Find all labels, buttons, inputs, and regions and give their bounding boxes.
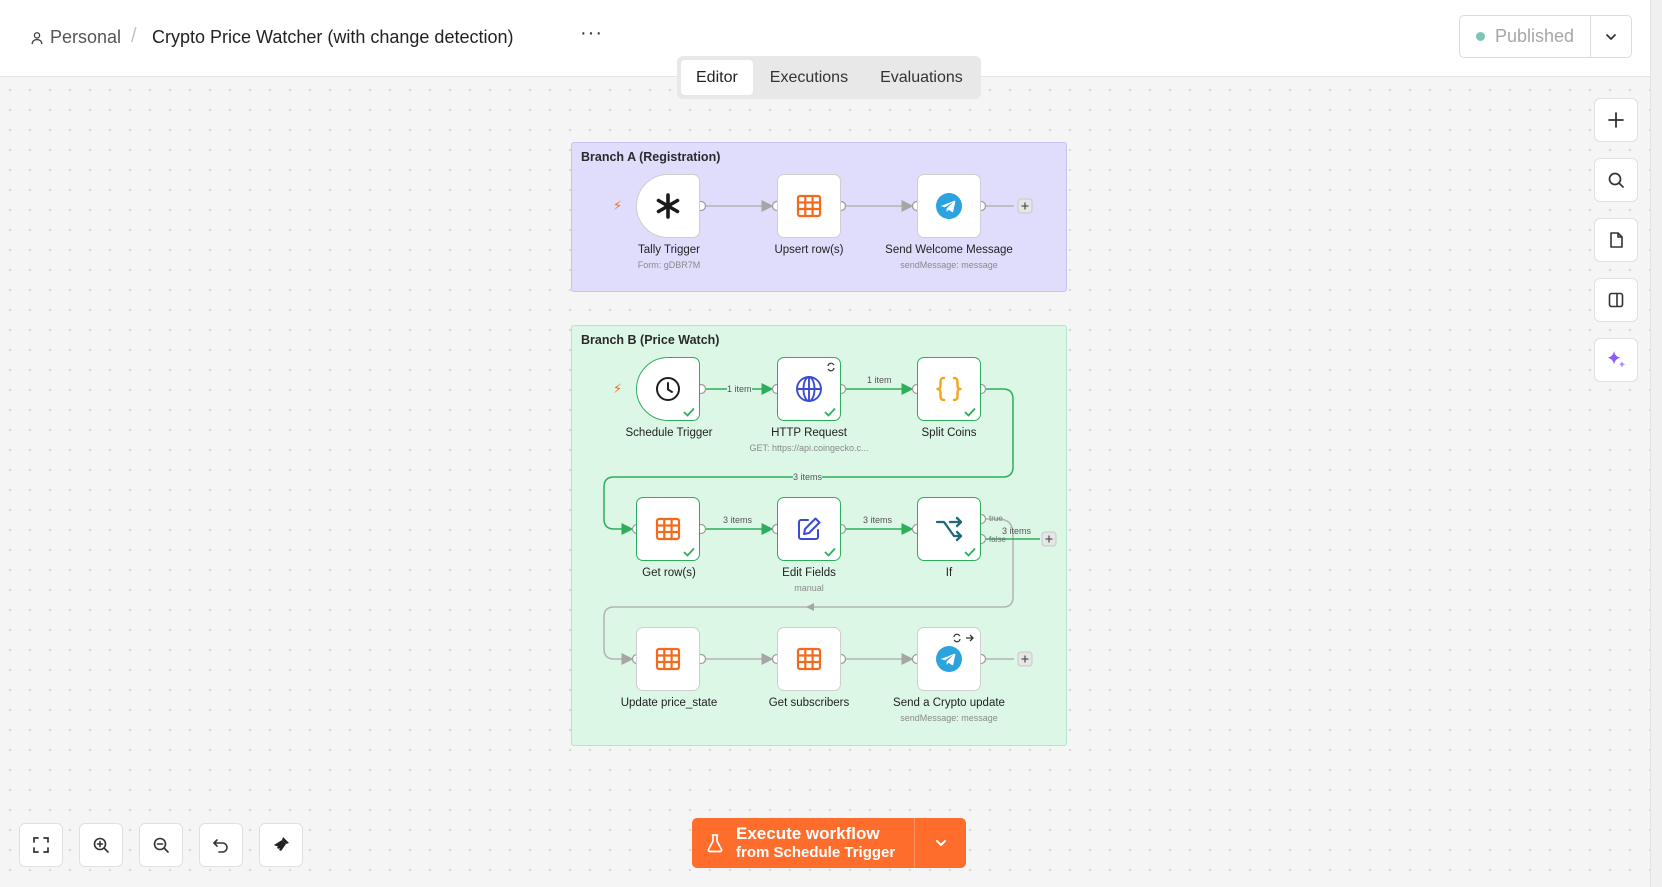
node-upsert-rows[interactable] xyxy=(777,174,841,238)
add-node-handle[interactable] xyxy=(1017,651,1033,667)
node-send-welcome-message[interactable] xyxy=(917,174,981,238)
port-label-true: true xyxy=(989,514,1003,523)
port-label-false: false xyxy=(989,535,1006,544)
edge-label-schedule-http: 1 item xyxy=(727,384,752,394)
zoom-in-button[interactable] xyxy=(79,823,123,867)
node-subtitle: GET: https://api.coingecko.c... xyxy=(749,443,869,453)
clock-icon xyxy=(656,377,680,401)
node-edit-fields[interactable] xyxy=(777,497,841,561)
zoom-out-button[interactable] xyxy=(139,823,183,867)
success-check-icon xyxy=(824,407,836,417)
node-subtitle: sendMessage: message xyxy=(900,260,998,270)
node-label: Send a Crypto update xyxy=(893,697,1005,709)
connection-direction-arrow xyxy=(806,603,814,611)
node-schedule-trigger[interactable] xyxy=(636,357,700,421)
success-check-icon xyxy=(964,547,976,557)
retry-loop-icon xyxy=(827,362,835,372)
tidy-up-button[interactable] xyxy=(259,823,303,867)
node-send-crypto-update[interactable] xyxy=(917,627,981,691)
trigger-bolt-icon: ⚡ xyxy=(613,198,623,213)
node-label: Edit Fields xyxy=(782,567,836,579)
table-icon xyxy=(655,647,681,671)
add-node-handle[interactable] xyxy=(1041,531,1057,547)
node-label: Tally Trigger xyxy=(638,244,700,256)
execute-workflow-control: Execute workflow from Schedule Trigger xyxy=(692,818,966,868)
edge-label-if-false: 3 items xyxy=(1002,526,1032,536)
node-subtitle: sendMessage: message xyxy=(900,713,998,723)
node-label: Split Coins xyxy=(921,427,977,439)
success-check-icon xyxy=(824,547,836,557)
node-label: Get subscribers xyxy=(768,697,850,709)
node-subtitle: manual xyxy=(794,583,824,593)
node-label: If xyxy=(945,567,953,579)
execute-workflow-button[interactable]: Execute workflow from Schedule Trigger xyxy=(692,818,915,868)
node-get-rows[interactable] xyxy=(636,497,700,561)
undo-icon xyxy=(213,839,228,853)
branch-icon xyxy=(935,516,963,542)
node-label: Update price_state xyxy=(620,697,718,709)
add-node-handle[interactable] xyxy=(1017,198,1033,214)
table-icon xyxy=(796,194,822,218)
undo-button[interactable] xyxy=(199,823,243,867)
node-subtitle: Form: gDBR7M xyxy=(637,260,701,270)
node-tally-trigger[interactable] xyxy=(636,174,700,238)
globe-icon xyxy=(796,376,822,402)
node-update-price-state[interactable] xyxy=(636,627,700,691)
node-label: Upsert row(s) xyxy=(774,244,844,256)
telegram-icon xyxy=(936,646,962,672)
execute-workflow-title: Execute workflow xyxy=(736,824,880,843)
braces-icon xyxy=(936,376,962,402)
success-check-icon xyxy=(964,407,976,417)
flask-icon xyxy=(707,834,723,853)
success-check-icon xyxy=(683,407,695,417)
edge-label-http-split: 1 item xyxy=(867,375,892,385)
tidy-up-icon xyxy=(274,837,289,851)
fit-view-button[interactable] xyxy=(19,823,63,867)
node-label: HTTP Request xyxy=(771,427,847,439)
execute-workflow-subtitle: from Schedule Trigger xyxy=(736,844,896,861)
node-label: Get row(s) xyxy=(642,567,696,579)
node-label: Send Welcome Message xyxy=(885,244,1013,256)
zoom-out-icon xyxy=(153,837,169,853)
tally-asterisk-icon xyxy=(656,193,680,219)
telegram-icon xyxy=(936,193,962,219)
execute-trigger-dropdown[interactable] xyxy=(915,818,966,868)
chevron-down-icon xyxy=(935,840,946,846)
node-if[interactable] xyxy=(917,497,981,561)
success-check-icon xyxy=(683,547,695,557)
retry-loop-icon xyxy=(953,633,961,643)
edge-label-split-getrows: 3 items xyxy=(793,472,823,482)
table-icon xyxy=(655,517,681,541)
pencil-icon xyxy=(798,517,821,540)
arrow-right-icon xyxy=(966,634,974,642)
edge-label-edit-if: 3 items xyxy=(863,515,893,525)
node-get-subscribers[interactable] xyxy=(777,627,841,691)
zoom-in-icon xyxy=(93,837,109,853)
edge-label-getrows-edit: 3 items xyxy=(723,515,753,525)
trigger-bolt-icon: ⚡ xyxy=(613,381,623,396)
node-label: Schedule Trigger xyxy=(625,427,713,439)
table-icon xyxy=(796,647,822,671)
node-http-request[interactable] xyxy=(777,357,841,421)
node-split-coins[interactable] xyxy=(917,357,981,421)
fit-view-icon xyxy=(33,837,49,853)
